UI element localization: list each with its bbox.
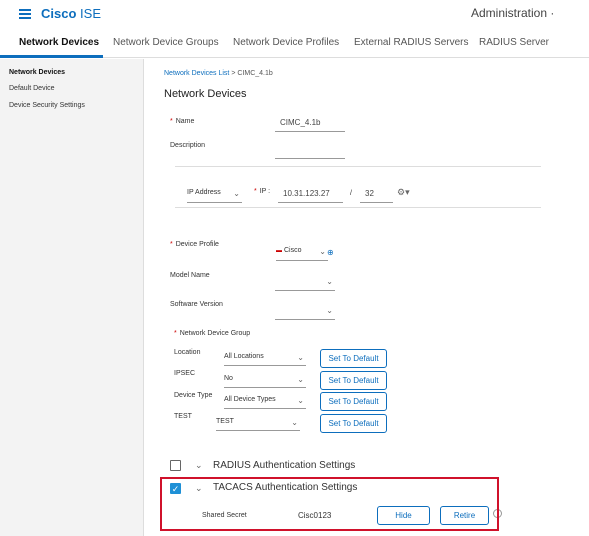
tab-network-devices[interactable]: Network Devices — [19, 37, 99, 48]
set-default-test-button[interactable]: Set To Default — [320, 414, 387, 433]
cisco-logo-icon: ▬ — [276, 248, 282, 254]
required-marker: * — [170, 118, 173, 125]
ip-mask-input[interactable]: 32 — [360, 189, 393, 203]
chevron-down-icon: ⌄ — [233, 189, 240, 198]
device-profile-select[interactable]: ▬ Cisco ⌄ — [276, 247, 328, 261]
tab-external-radius-servers[interactable]: External RADIUS Servers — [354, 37, 468, 48]
page-title: Network Devices — [164, 88, 247, 100]
model-name-select[interactable]: ⌄ — [275, 277, 335, 291]
description-input[interactable] — [275, 145, 345, 159]
ip-label-text: IP : — [259, 188, 271, 195]
set-default-device-type-button[interactable]: Set To Default — [320, 392, 387, 411]
highlight-annotation — [160, 477, 499, 531]
test-label: TEST — [174, 413, 192, 420]
ip-type-select[interactable]: IP Address ⌄ — [187, 189, 242, 203]
required-marker: * — [254, 188, 257, 195]
location-label: Location — [174, 349, 201, 356]
chevron-down-icon: ⌄ — [297, 375, 304, 384]
breadcrumb-link[interactable]: Network Devices List — [164, 70, 229, 77]
brand-name: Cisco — [41, 6, 77, 21]
ipsec-label: IPSEC — [174, 370, 196, 377]
breadcrumb-current: CIMC_4.1b — [237, 70, 273, 77]
device-profile-value: Cisco — [283, 247, 302, 254]
chevron-down-icon[interactable]: ⌄ — [195, 460, 203, 471]
ipsec-value: No — [224, 375, 233, 382]
ip-type-value: IP Address — [187, 189, 221, 196]
settings-icon[interactable]: ⚙▾ — [397, 187, 410, 198]
name-input[interactable]: CIMC_4.1b — [275, 118, 345, 132]
chevron-down-icon: ⌄ — [326, 277, 333, 286]
ndg-label: * Network Device Group — [174, 330, 250, 337]
ip-input[interactable]: 10.31.123.27 — [278, 189, 343, 203]
sidebar: Network Devices Default Device Device Se… — [0, 59, 144, 536]
brand: Cisco ISE — [41, 6, 101, 21]
chevron-down-icon: ⌄ — [319, 247, 326, 256]
chevron-down-icon: ⌄ — [297, 396, 304, 405]
required-marker: * — [170, 241, 173, 248]
tab-network-device-profiles[interactable]: Network Device Profiles — [233, 37, 339, 48]
tab-network-device-groups[interactable]: Network Device Groups — [113, 37, 219, 48]
active-tab-indicator — [0, 55, 103, 58]
add-icon[interactable]: ⊕ — [327, 248, 334, 257]
device-type-label: Device Type — [174, 392, 213, 399]
device-type-select[interactable]: All Device Types ⌄ — [224, 396, 306, 409]
required-marker: * — [174, 330, 177, 337]
breadcrumb: Network Devices List > CIMC_4.1b — [164, 70, 273, 77]
device-profile-label: * Device Profile — [170, 241, 219, 248]
radius-checkbox[interactable] — [170, 460, 181, 471]
name-label: * Name — [170, 118, 194, 125]
ndg-label-text: Network Device Group — [179, 330, 251, 337]
software-version-label: Software Version — [170, 301, 223, 308]
set-default-location-button[interactable]: Set To Default — [320, 349, 387, 368]
chevron-down-icon: ⌄ — [291, 418, 298, 427]
top-bar: Cisco ISE Administration · — [0, 0, 589, 28]
ip-slash: / — [350, 190, 352, 197]
software-version-select[interactable]: ⌄ — [275, 306, 335, 320]
administration-menu[interactable]: Administration · — [471, 6, 554, 20]
chevron-down-icon: ⌄ — [297, 353, 304, 362]
location-value: All Locations — [224, 353, 264, 360]
sidebar-item-network-devices[interactable]: Network Devices — [9, 69, 65, 76]
device-profile-label-text: Device Profile — [175, 241, 219, 248]
test-value: TEST — [216, 418, 234, 425]
tab-radius-server[interactable]: RADIUS Server — [479, 37, 549, 48]
ip-address-panel: IP Address ⌄ * IP : 10.31.123.27 / 32 ⚙▾ — [175, 166, 541, 208]
model-name-label: Model Name — [170, 272, 210, 279]
tab-bar: Network Devices Network Device Groups Ne… — [0, 28, 589, 58]
ipsec-select[interactable]: No ⌄ — [224, 375, 306, 388]
description-label: Description — [170, 142, 206, 149]
radius-section-title[interactable]: RADIUS Authentication Settings — [213, 460, 355, 471]
breadcrumb-separator: > — [231, 70, 236, 77]
hamburger-icon[interactable] — [19, 9, 31, 19]
sidebar-item-device-security-settings[interactable]: Device Security Settings — [9, 102, 85, 109]
location-select[interactable]: All Locations ⌄ — [224, 353, 306, 366]
name-label-text: Name — [175, 118, 195, 125]
chevron-down-icon: ⌄ — [326, 306, 333, 315]
test-select[interactable]: TEST ⌄ — [216, 418, 300, 431]
ip-label: * IP : — [254, 188, 270, 195]
brand-product: ISE — [80, 6, 101, 21]
device-type-value: All Device Types — [224, 396, 276, 403]
sidebar-item-default-device[interactable]: Default Device — [9, 85, 55, 92]
set-default-ipsec-button[interactable]: Set To Default — [320, 371, 387, 390]
